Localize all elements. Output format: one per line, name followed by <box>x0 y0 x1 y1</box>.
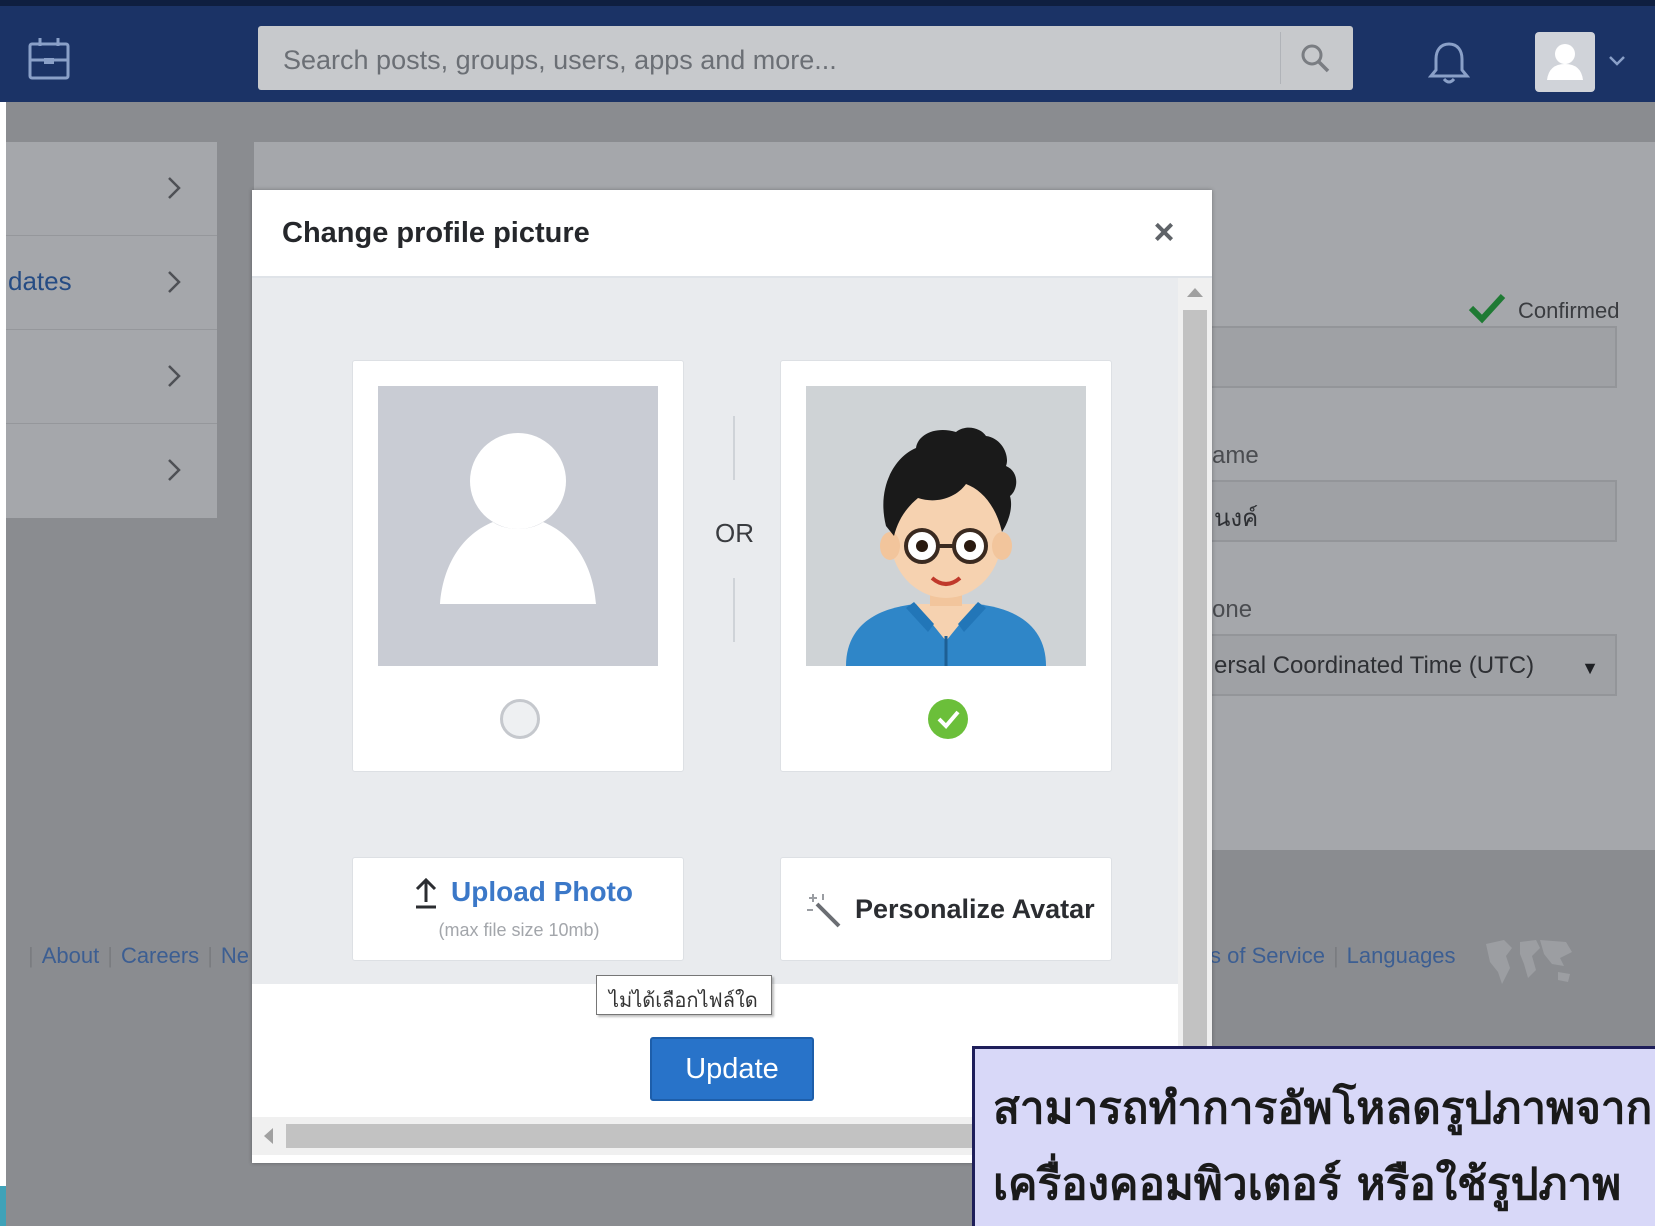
sidebar-item[interactable]: dates <box>6 236 217 330</box>
personalize-avatar-button[interactable]: Personalize Avatar <box>780 857 1112 961</box>
settings-sidebar: dates <box>6 142 217 518</box>
dropdown-arrow-icon: ▼ <box>1581 658 1599 678</box>
default-user-icon <box>378 386 658 666</box>
footer-link-languages[interactable]: Languages <box>1347 943 1456 968</box>
sidebar-item[interactable] <box>6 142 217 236</box>
update-button[interactable]: Update <box>650 1037 814 1101</box>
scroll-up-arrow-icon[interactable] <box>1187 288 1203 297</box>
cartoon-avatar-icon <box>806 386 1086 666</box>
sidebar-item[interactable] <box>6 330 217 424</box>
upload-photo-label[interactable]: Upload Photo <box>451 876 633 908</box>
default-photo-option[interactable] <box>352 360 684 772</box>
caption-line-1: สามารถทำการอัพโหลดรูปภาพจาก <box>993 1083 1653 1134</box>
inbox-tray-icon[interactable] <box>26 36 72 82</box>
modal-title: Change profile picture <box>282 217 590 249</box>
chevron-right-icon <box>168 177 181 199</box>
timezone-select[interactable]: ersal Coordinated Time (UTC) ▼ <box>1210 634 1617 696</box>
vertical-scrollbar[interactable] <box>1178 278 1212 1048</box>
chevron-right-icon <box>168 459 181 481</box>
chevron-right-icon <box>168 365 181 387</box>
name-field[interactable]: นงค์ <box>1210 480 1617 542</box>
avatar-option[interactable] <box>780 360 1112 772</box>
check-icon <box>937 710 960 729</box>
change-profile-picture-modal: Change profile picture × OR Upload Photo… <box>252 190 1212 1163</box>
footer-link-about[interactable]: About <box>42 943 100 968</box>
footer-links-right: s of Service | Languages <box>1210 943 1456 968</box>
timezone-label: one <box>1212 596 1253 623</box>
search-divider <box>1280 32 1281 84</box>
bell-icon[interactable] <box>1428 40 1470 86</box>
name-value: นงค์ <box>1214 505 1259 532</box>
default-photo-radio[interactable] <box>500 699 540 739</box>
magic-wand-icon <box>807 894 841 928</box>
chevron-down-icon[interactable] <box>1607 54 1627 68</box>
upload-arrow-icon <box>415 877 437 909</box>
footer-links-left: | About | Careers | Ne <box>28 943 250 968</box>
search-input[interactable]: Search posts, groups, users, apps and mo… <box>283 45 837 76</box>
world-map-icon <box>1486 940 1572 984</box>
footer-link-terms[interactable]: s of Service <box>1210 943 1325 968</box>
name-label: ame <box>1212 442 1259 469</box>
caption-line-2: เครื่องคอมพิวเตอร์ หรือใช้รูปภาพ <box>993 1159 1622 1210</box>
search-bar[interactable]: Search posts, groups, users, apps and mo… <box>258 26 1353 90</box>
close-icon[interactable]: × <box>1144 212 1184 252</box>
confirmed-label: Confirmed <box>1518 298 1620 323</box>
personalize-avatar-label: Personalize Avatar <box>855 894 1095 924</box>
modal-header: Change profile picture × <box>252 190 1212 278</box>
sidebar-item-label: dates <box>8 266 72 296</box>
max-file-size-hint: (max file size 10mb) <box>438 920 600 940</box>
email-field[interactable] <box>1210 326 1617 388</box>
avatar-radio-checked[interactable] <box>928 699 968 739</box>
or-label: OR <box>715 518 754 548</box>
or-divider-top <box>733 416 735 480</box>
vertical-scroll-thumb[interactable] <box>1183 310 1207 1048</box>
search-icon[interactable] <box>1299 42 1331 74</box>
timezone-value: ersal Coordinated Time (UTC) <box>1214 652 1535 679</box>
footer-link-careers[interactable]: Careers <box>121 943 199 968</box>
checkmark-icon <box>1468 293 1506 324</box>
modal-body: OR Upload Photo (max file size 10mb) Per… <box>252 278 1178 1015</box>
scroll-left-arrow-icon[interactable] <box>264 1128 273 1144</box>
or-divider-bottom <box>733 578 735 642</box>
chevron-right-icon <box>168 271 181 293</box>
footer-link-news[interactable]: Ne <box>221 943 249 968</box>
no-file-selected-tooltip: ไม่ได้เลือกไฟล์ใด <box>596 975 772 1015</box>
user-avatar-icon[interactable] <box>1535 32 1595 92</box>
upload-photo-button[interactable]: Upload Photo (max file size 10mb) <box>352 857 684 961</box>
sidebar-item[interactable] <box>6 424 217 518</box>
top-navbar: Search posts, groups, users, apps and mo… <box>0 0 1655 102</box>
instruction-caption: สามารถทำการอัพโหลดรูปภาพจาก เครื่องคอมพิ… <box>972 1046 1655 1226</box>
